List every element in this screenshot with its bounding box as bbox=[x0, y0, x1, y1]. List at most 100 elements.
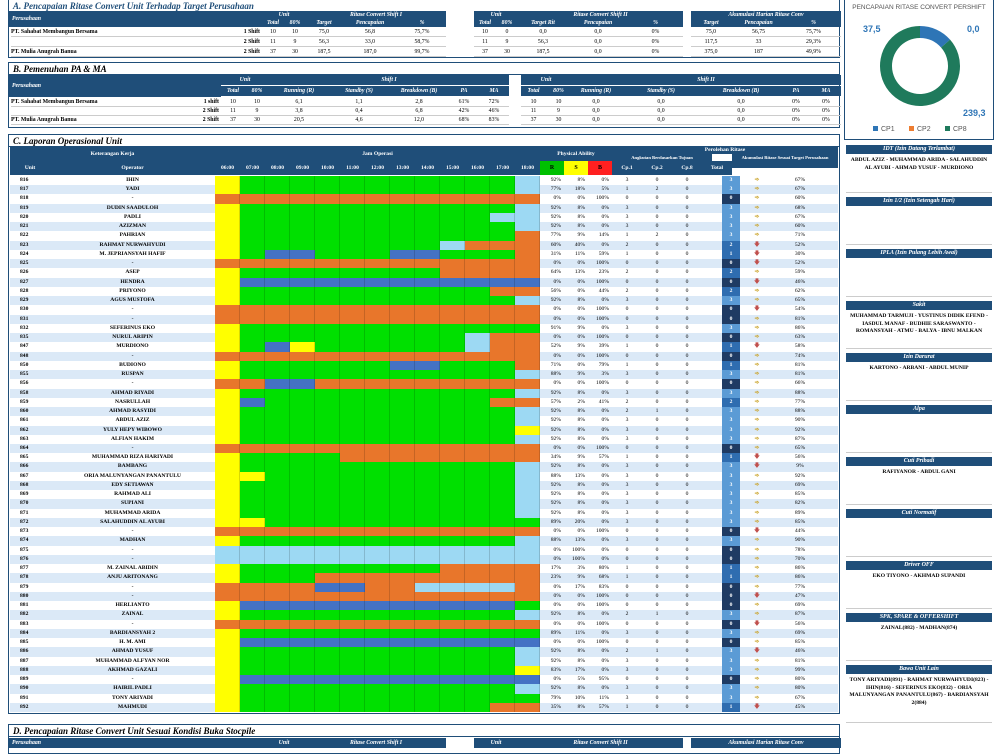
akum-pct: 89% bbox=[794, 509, 806, 516]
hour-cell bbox=[490, 370, 515, 380]
trend-up-icon: ➾ bbox=[754, 417, 760, 424]
donut-slice-cp1 bbox=[919, 26, 951, 48]
hour-cell bbox=[465, 462, 490, 472]
cell: 10 bbox=[474, 28, 496, 37]
table-row: 878 ANJU ARITONANG 23% 9% 68% 1 0 0 1 ➾ 86% bbox=[10, 573, 838, 583]
cp1-value: 3 bbox=[625, 297, 629, 304]
hour-cell bbox=[415, 176, 440, 186]
cell: 11 bbox=[474, 38, 496, 47]
unit-number: 827 bbox=[20, 278, 29, 285]
hour-cell bbox=[215, 638, 240, 648]
unit-number: 880 bbox=[20, 592, 29, 599]
hour-cell bbox=[490, 554, 515, 565]
hour-cell bbox=[390, 554, 415, 565]
hour-cell bbox=[465, 675, 490, 685]
cell: 10 bbox=[262, 28, 284, 37]
akum-pct: 86% bbox=[794, 574, 806, 581]
cp1-value: 1 bbox=[625, 574, 629, 581]
hour-cell bbox=[390, 203, 415, 213]
hour-cell bbox=[415, 342, 440, 352]
cp2-value: 0 bbox=[655, 518, 659, 525]
unit-number: 884 bbox=[20, 629, 29, 636]
pct-r: 0% bbox=[553, 546, 561, 553]
operator-name: BAMBANG bbox=[117, 463, 148, 470]
pct-r: 0% bbox=[553, 620, 561, 627]
cp2-value: 0 bbox=[655, 426, 659, 433]
table-row: 826 ASEP 64% 13% 23% 2 0 0 2 ➾ 59% bbox=[10, 268, 838, 278]
total-value: 3 bbox=[722, 388, 740, 398]
cell: 33 bbox=[731, 38, 786, 47]
hour-cell bbox=[515, 434, 540, 444]
donut-value-label: 0,0 bbox=[967, 24, 980, 34]
cell: 56,75 bbox=[731, 28, 786, 37]
hour-cell bbox=[415, 582, 440, 592]
pct-b: 14% bbox=[598, 232, 609, 239]
hour-cell bbox=[390, 296, 415, 306]
hour-cell bbox=[290, 490, 315, 500]
side-block-title: Cuti Normatif bbox=[846, 509, 992, 518]
pct-s: 0% bbox=[577, 528, 585, 535]
unit-number: 865 bbox=[20, 454, 29, 461]
trend-up-icon: ➾ bbox=[754, 315, 760, 322]
hour-cell bbox=[215, 582, 240, 592]
hour-cell bbox=[265, 545, 290, 555]
akum-pct: 81% bbox=[794, 361, 806, 368]
hour-cell bbox=[215, 407, 240, 417]
hour-cell bbox=[215, 573, 240, 583]
pct-r: 60% bbox=[550, 241, 561, 248]
header-col: 80% bbox=[546, 86, 571, 96]
trend-up-icon: ➾ bbox=[754, 371, 760, 378]
hour-cell bbox=[440, 333, 465, 343]
header-ket: Keterangan Kerja bbox=[10, 147, 215, 161]
hour-cell bbox=[340, 573, 365, 583]
hour-cell bbox=[340, 693, 365, 703]
cp8-value: 0 bbox=[685, 454, 689, 461]
hour-cell bbox=[415, 277, 440, 287]
cp8-value: 0 bbox=[685, 417, 689, 424]
hour-cell bbox=[315, 545, 340, 555]
trend-down-icon: 🡇 bbox=[754, 454, 760, 461]
hour-cell bbox=[515, 675, 540, 685]
operator-name: PADLI bbox=[124, 213, 141, 220]
cp2-value: 0 bbox=[655, 287, 659, 294]
hour-cell bbox=[415, 194, 440, 204]
pct-b: 0% bbox=[601, 241, 609, 248]
hour-cell bbox=[490, 517, 515, 528]
cp2-value: 0 bbox=[655, 250, 659, 257]
hour-cell bbox=[215, 176, 240, 186]
cell: 187,0 bbox=[342, 48, 398, 57]
hour-cell bbox=[240, 212, 265, 223]
header-akum-col: Pencapaian bbox=[731, 19, 786, 27]
pct-s: 13% bbox=[574, 537, 585, 544]
hour-cell bbox=[365, 416, 390, 426]
hour-cell bbox=[490, 564, 515, 574]
hour-cell bbox=[365, 675, 390, 685]
header-akum: Akumulasi Harian Ritase Conv bbox=[691, 738, 841, 748]
pct-b: 100% bbox=[595, 639, 609, 646]
pct-s: 0% bbox=[577, 380, 585, 387]
cell: 72% bbox=[479, 98, 509, 107]
cp8-value: 0 bbox=[685, 334, 689, 341]
hour-cell bbox=[440, 194, 465, 204]
table-row: 817 YADI 77% 18% 5% 1 2 0 3 ➾ 67% bbox=[10, 185, 838, 195]
pct-r: 56% bbox=[550, 287, 561, 294]
hour-cell bbox=[415, 203, 440, 213]
hour-cell bbox=[340, 249, 365, 260]
pct-r: 89% bbox=[550, 518, 561, 525]
cp8-value: 0 bbox=[685, 472, 689, 479]
hour-cell bbox=[390, 490, 415, 500]
hour-cell bbox=[490, 397, 515, 408]
hour-cell bbox=[240, 425, 265, 435]
hour-cell bbox=[340, 240, 365, 250]
cp1-value: 3 bbox=[625, 537, 629, 544]
hour-cell bbox=[265, 314, 290, 324]
cp8-value: 0 bbox=[685, 565, 689, 572]
hour-cell bbox=[390, 342, 415, 352]
trend-down-icon: 🡇 bbox=[754, 343, 760, 350]
cp8-value: 0 bbox=[685, 250, 689, 257]
header-col: Breakdown (B) bbox=[389, 86, 449, 96]
hour-cell bbox=[415, 370, 440, 380]
cell: 56,8 bbox=[342, 28, 398, 37]
cp8-value: 0 bbox=[685, 703, 689, 710]
table-row: 824 M. JEPRIANSYAH HAFIF 31% 11% 59% 1 0 0 1 🡇 30% bbox=[10, 249, 838, 260]
